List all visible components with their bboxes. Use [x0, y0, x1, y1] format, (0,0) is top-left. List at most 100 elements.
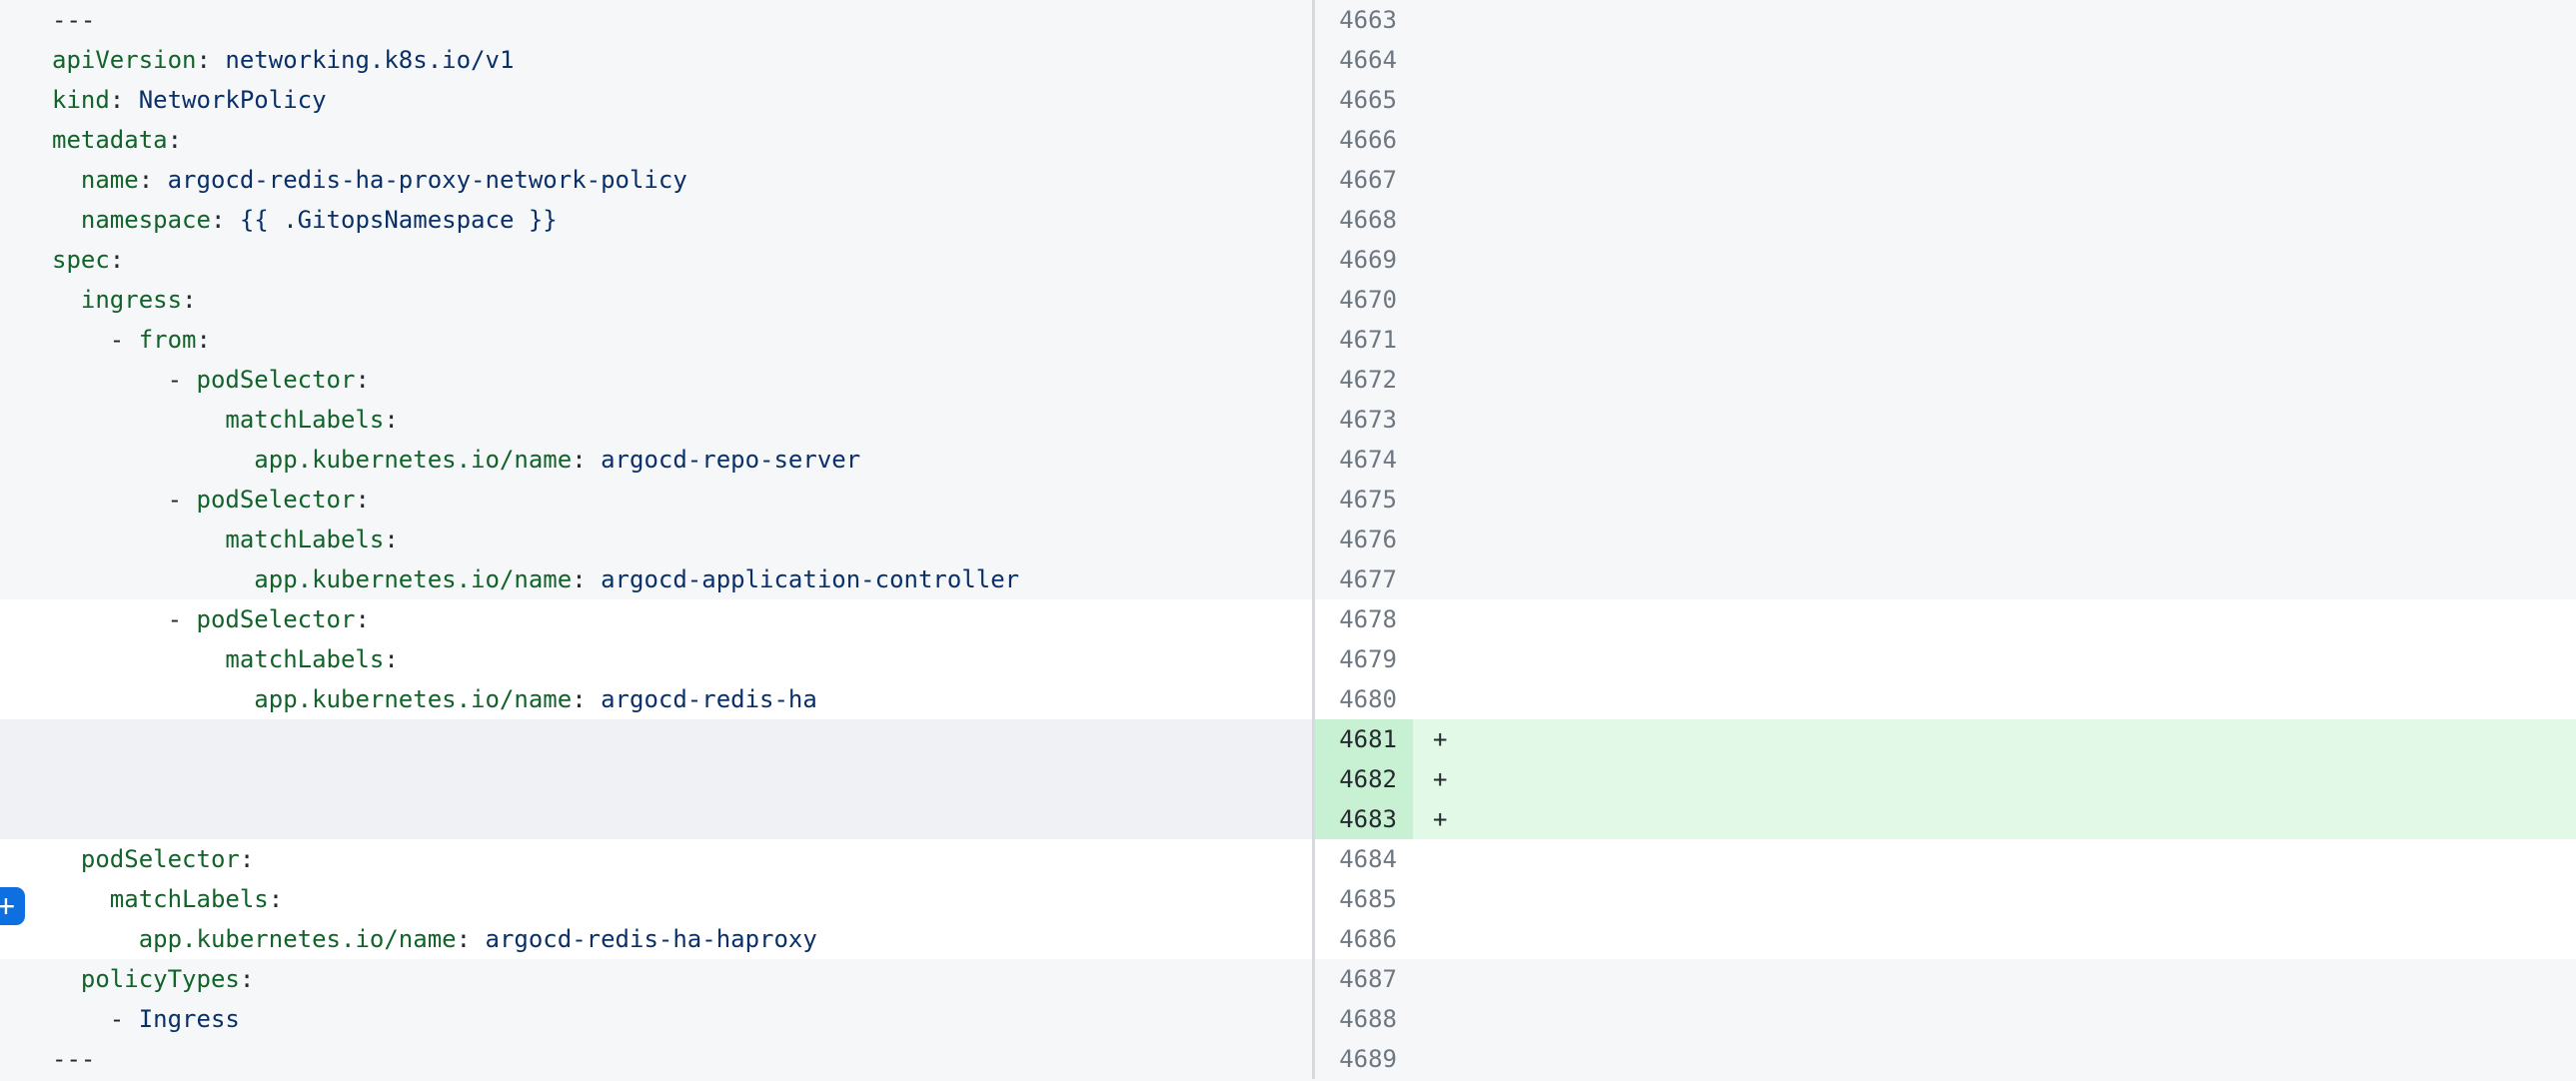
diff-row: 4682 + matchLabels:: [0, 759, 2576, 799]
old-code-cell: - podSelector:: [0, 360, 1315, 400]
line-number[interactable]: 4672: [1315, 360, 1413, 400]
new-code-cell: app.kubernetes.io/name: argocd-redis-ha-…: [1413, 919, 2576, 959]
new-code-cell: matchLabels:: [1413, 639, 2576, 679]
old-code-cell: app.kubernetes.io/name: argocd-redis-ha: [0, 679, 1315, 719]
new-code-cell: kind: NetworkPolicy: [1413, 80, 2576, 120]
old-code-cell: app.kubernetes.io/name: argocd-repo-serv…: [0, 440, 1315, 480]
line-number[interactable]: 4675: [1315, 480, 1413, 520]
diff-row: --- 4663 ---: [0, 0, 2576, 40]
diff-row: matchLabels: 4676 matchLabels:: [0, 520, 2576, 559]
new-code-cell: app.kubernetes.io/name: argocd-redis-ha: [1413, 679, 2576, 719]
line-number[interactable]: 4682: [1315, 759, 1413, 799]
line-number[interactable]: 4689: [1315, 1039, 1413, 1079]
line-number[interactable]: 4685: [1315, 879, 1413, 919]
new-code-cell: apiVersion: networking.k8s.io/v1: [1413, 40, 2576, 80]
new-code-cell: matchLabels:: [1413, 879, 2576, 919]
new-code-cell: ingress:: [1413, 280, 2576, 320]
new-code-cell: - podSelector:: [1413, 480, 2576, 520]
old-code-cell: kind: NetworkPolicy: [0, 80, 1315, 120]
new-code-cell: - podSelector:: [1413, 599, 2576, 639]
line-number[interactable]: 4666: [1315, 120, 1413, 160]
addition-marker: +: [1433, 759, 1447, 799]
new-code-cell: app.kubernetes.io/name: argocd-repo-serv…: [1413, 440, 2576, 480]
old-code-cell: namespace: {{ .GitopsNamespace }}: [0, 200, 1315, 240]
old-code-cell: app.kubernetes.io/name: argocd-applicati…: [0, 559, 1315, 599]
diff-row: policyTypes: 4687 policyTypes:: [0, 959, 2576, 999]
diff-row: app.kubernetes.io/name: argocd-repo-serv…: [0, 440, 2576, 480]
line-number[interactable]: 4683: [1315, 799, 1413, 839]
diff-row: apiVersion: networking.k8s.io/v1 4664 ap…: [0, 40, 2576, 80]
new-code-cell: podSelector:: [1413, 839, 2576, 879]
line-number[interactable]: 4676: [1315, 520, 1413, 559]
new-code-cell: metadata:: [1413, 120, 2576, 160]
new-code-cell: matchLabels:: [1413, 520, 2576, 559]
diff-row: --- 4689 ---: [0, 1039, 2576, 1079]
line-number[interactable]: 4684: [1315, 839, 1413, 879]
diff-row: - podSelector: 4678 - podSelector:: [0, 599, 2576, 639]
new-code-cell: matchLabels:: [1413, 400, 2576, 440]
old-code-cell: [0, 759, 1315, 799]
old-code-cell: ingress:: [0, 280, 1315, 320]
line-number[interactable]: 4665: [1315, 80, 1413, 120]
diff-row: - podSelector: 4675 - podSelector:: [0, 480, 2576, 520]
line-number[interactable]: 4686: [1315, 919, 1413, 959]
diff-row: - podSelector: 4672 - podSelector:: [0, 360, 2576, 400]
line-number[interactable]: 4670: [1315, 280, 1413, 320]
old-code-cell: spec:: [0, 240, 1315, 280]
diff-row: - from: 4671 - from:: [0, 320, 2576, 360]
old-code-cell: metadata:: [0, 120, 1315, 160]
split-diff-view: --- 4663 --- apiVersion: networking.k8s.…: [0, 0, 2576, 1081]
old-code-cell: apiVersion: networking.k8s.io/v1: [0, 40, 1315, 80]
line-number[interactable]: 4674: [1315, 440, 1413, 480]
old-code-cell: matchLabels:: [0, 639, 1315, 679]
add-comment-button[interactable]: +: [0, 887, 25, 925]
new-code-cell: namespace: {{ .GitopsNamespace }}: [1413, 200, 2576, 240]
diff-row: matchLabels: 4679 matchLabels:: [0, 639, 2576, 679]
new-code-cell: app.kubernetes.io/name: argocd-applicati…: [1413, 559, 2576, 599]
diff-row: app.kubernetes.io/name: argocd-applicati…: [0, 559, 2576, 599]
plus-icon: +: [0, 890, 15, 922]
old-code-cell: - podSelector:: [0, 480, 1315, 520]
old-code-cell: - Ingress: [0, 999, 1315, 1039]
line-number[interactable]: 4687: [1315, 959, 1413, 999]
line-number[interactable]: 4677: [1315, 559, 1413, 599]
line-number[interactable]: 4668: [1315, 200, 1413, 240]
new-code-cell: ---: [1413, 1039, 2576, 1079]
old-code-cell: matchLabels:: [0, 879, 1315, 919]
line-number[interactable]: 4681: [1315, 719, 1413, 759]
diff-row: app.kubernetes.io/name: argocd-redis-ha …: [0, 679, 2576, 719]
line-number[interactable]: 4663: [1315, 0, 1413, 40]
new-code-cell: - Ingress: [1413, 999, 2576, 1039]
new-code-cell: name: argocd-redis-ha-proxy-network-poli…: [1413, 160, 2576, 200]
diff-row: matchLabels: 4673 matchLabels:: [0, 400, 2576, 440]
addition-marker: +: [1433, 719, 1447, 759]
line-number[interactable]: 4667: [1315, 160, 1413, 200]
diff-row: - Ingress 4688 - Ingress: [0, 999, 2576, 1039]
line-number[interactable]: 4680: [1315, 679, 1413, 719]
old-code-cell: [0, 719, 1315, 759]
line-number[interactable]: 4664: [1315, 40, 1413, 80]
line-number[interactable]: 4688: [1315, 999, 1413, 1039]
old-code-cell: policyTypes:: [0, 959, 1315, 999]
line-number[interactable]: 4671: [1315, 320, 1413, 360]
diff-row: app.kubernetes.io/name: argocd-redis-ha-…: [0, 919, 2576, 959]
diff-row: podSelector: 4684 podSelector:: [0, 839, 2576, 879]
diff-row: namespace: {{ .GitopsNamespace }} 4668 n…: [0, 200, 2576, 240]
old-code-cell: - from:: [0, 320, 1315, 360]
diff-row: spec: 4669 spec:: [0, 240, 2576, 280]
line-number[interactable]: 4669: [1315, 240, 1413, 280]
old-code-cell: matchLabels:: [0, 400, 1315, 440]
old-code-cell: name: argocd-redis-ha-proxy-network-poli…: [0, 160, 1315, 200]
diff-row: matchLabels: 4685 matchLabels:: [0, 879, 2576, 919]
diff-row: 4683 + app.kubernetes.io/name: gitops-ag…: [0, 799, 2576, 839]
diff-row: metadata: 4666 metadata:: [0, 120, 2576, 160]
old-code-cell: - podSelector:: [0, 599, 1315, 639]
old-code-cell: ---: [0, 0, 1315, 40]
line-number[interactable]: 4673: [1315, 400, 1413, 440]
diff-row: ingress: 4670 ingress:: [0, 280, 2576, 320]
old-code-cell: [0, 799, 1315, 839]
new-code-cell: policyTypes:: [1413, 959, 2576, 999]
line-number[interactable]: 4678: [1315, 599, 1413, 639]
line-number[interactable]: 4679: [1315, 639, 1413, 679]
new-code-cell: - from:: [1413, 320, 2576, 360]
